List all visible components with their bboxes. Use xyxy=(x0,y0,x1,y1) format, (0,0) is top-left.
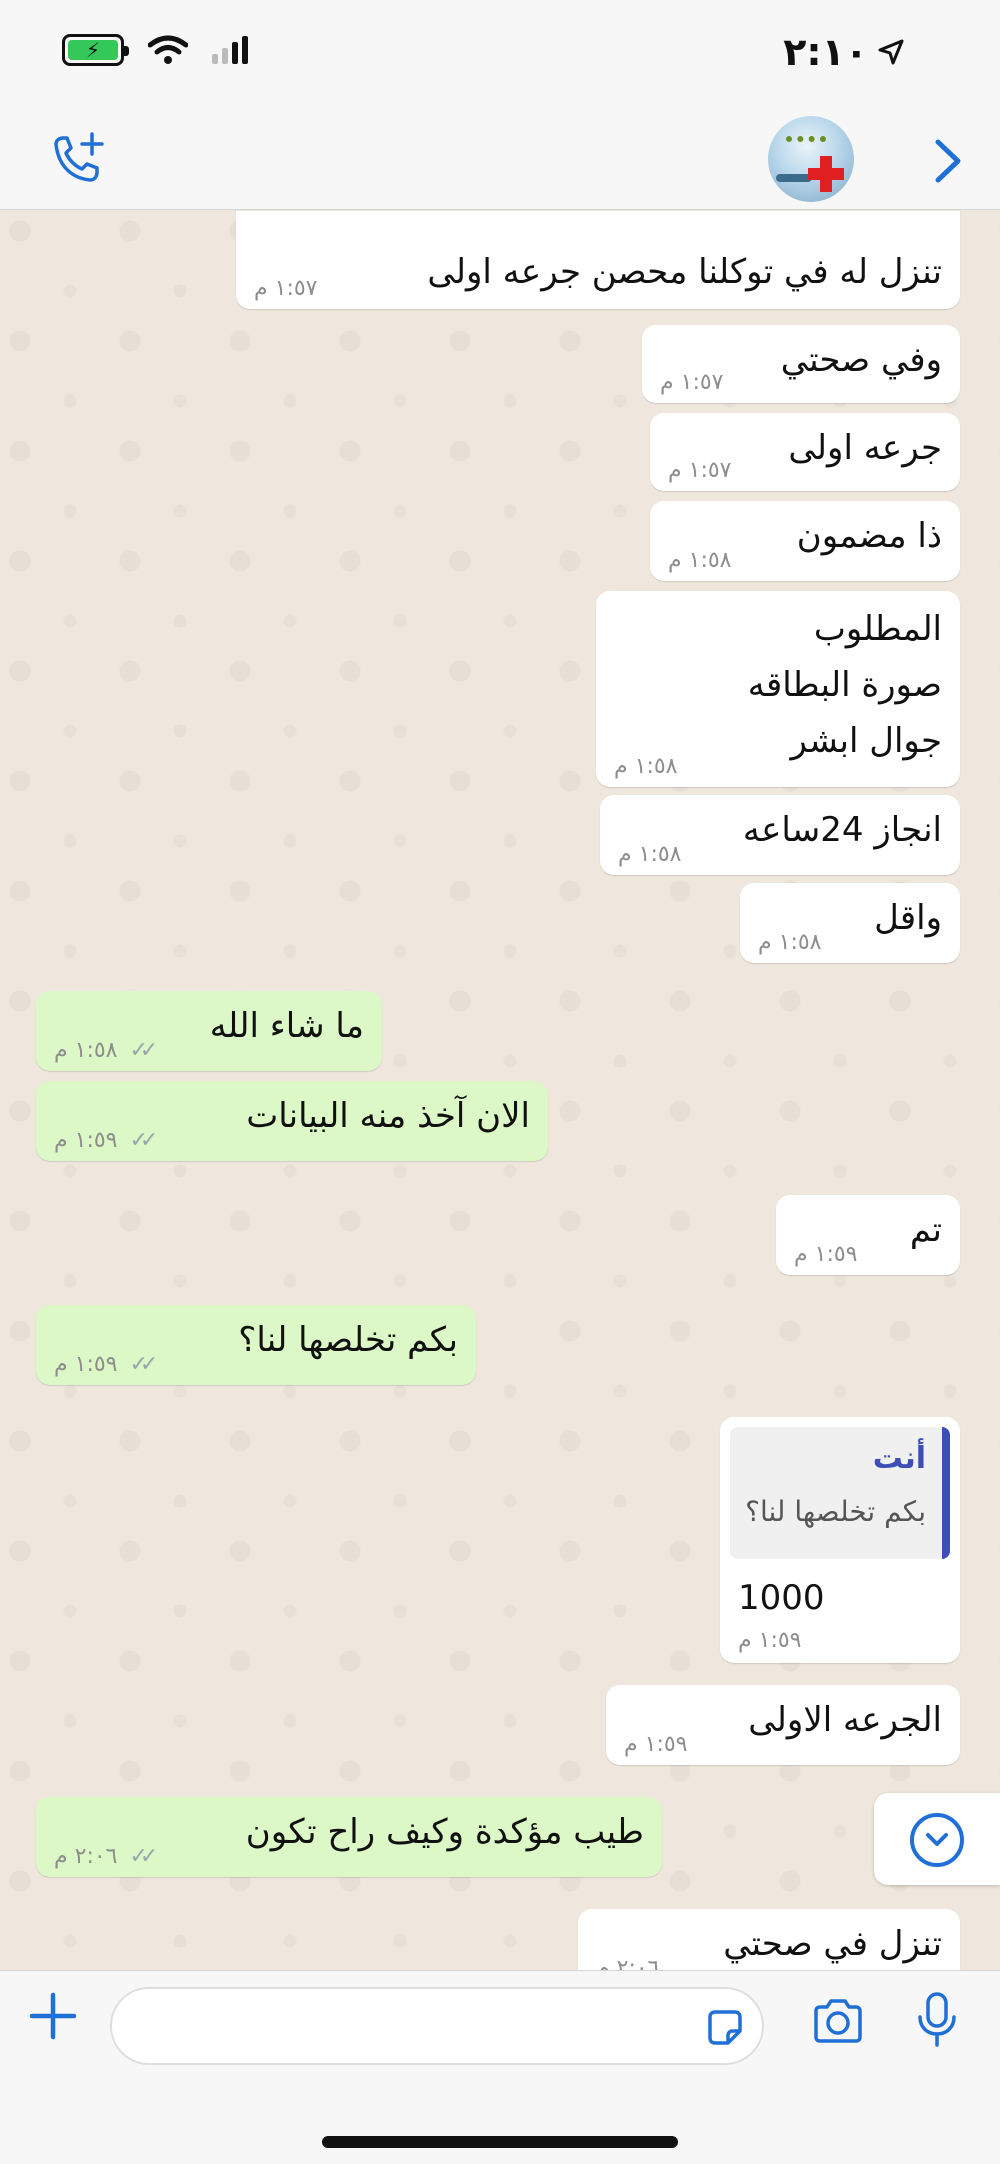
message-bubble-incoming[interactable]: الجرعه الاولى ١:٥٩ م xyxy=(606,1685,960,1765)
message-text: الجرعه الاولى xyxy=(748,1700,942,1740)
add-call-icon[interactable] xyxy=(48,132,108,188)
message-text: تم xyxy=(909,1210,942,1250)
message-bubble-outgoing[interactable]: الان آخذ منه البيانات ✓✓ ١:٥٩ م xyxy=(36,1081,548,1161)
sticker-icon[interactable] xyxy=(704,2007,746,2049)
message-time: ✓✓ ١:٥٩ م xyxy=(54,1352,159,1377)
chat-header xyxy=(0,110,1000,210)
status-time: ٢:١٠ xyxy=(783,30,868,74)
message-input-field[interactable] xyxy=(110,1987,764,2065)
message-time: ٢:٠٦ م xyxy=(596,1956,660,1970)
home-indicator[interactable] xyxy=(322,2136,678,2148)
message-text: وفي صحتي xyxy=(780,340,942,380)
message-text: جرعه اولى xyxy=(788,428,942,468)
message-text: واقل xyxy=(874,898,942,938)
message-time: ١:٥٧ م xyxy=(254,276,318,301)
message-time: ✓✓ ١:٥٩ م xyxy=(54,1128,159,1153)
quoted-text: بكم تخلصها لنا؟ xyxy=(745,1495,926,1528)
read-ticks-icon: ✓✓ xyxy=(129,1352,159,1377)
message-text: انجاز 24ساعه xyxy=(742,810,942,850)
message-input[interactable] xyxy=(138,2001,698,2051)
wifi-icon xyxy=(148,35,188,64)
message-time: ١:٥٩ م xyxy=(738,1628,802,1653)
message-bubble-incoming[interactable]: انجاز 24ساعه ١:٥٨ م xyxy=(600,795,960,875)
message-time: ١:٥٩ م xyxy=(794,1242,858,1267)
message-text: ما شاء الله xyxy=(209,1006,364,1046)
message-bubble-outgoing[interactable]: طيب مؤكدة وكيف راح تكون ✓✓ ٢:٠٦ م xyxy=(36,1797,662,1877)
message-time: ١:٥٧ م xyxy=(660,370,724,395)
message-time: ١:٥٨ م xyxy=(618,842,682,867)
composer-bar xyxy=(0,1970,1000,2164)
message-time: ١:٥٧ م xyxy=(668,458,732,483)
message-text: تنزل له في توكلنا محصن جرعه اولى xyxy=(427,252,942,292)
message-bubble-incoming[interactable]: تنزل له في توكلنا محصن جرعه اولى ١:٥٧ م xyxy=(236,211,960,309)
message-time: ✓✓ ١:٥٨ م xyxy=(54,1038,159,1063)
message-bubble-reply[interactable]: أنت بكم تخلصها لنا؟ 1000 ١:٥٩ م xyxy=(720,1417,960,1663)
message-time: ١:٥٨ م xyxy=(758,930,822,955)
message-text: بكم تخلصها لنا؟ xyxy=(238,1320,458,1360)
message-text: المطلوب صورة البطاقه جوال ابشر xyxy=(747,609,942,761)
message-bubble-incoming[interactable]: ذا مضمون ١:٥٨ م xyxy=(650,501,960,581)
quoted-sender: أنت xyxy=(872,1441,926,1476)
chat-area[interactable]: تنزل له في توكلنا محصن جرعه اولى ١:٥٧ م … xyxy=(0,211,1000,1970)
scroll-to-bottom-button[interactable] xyxy=(874,1793,1000,1885)
message-bubble-incoming[interactable]: تنزل في صحتي ٢:٠٦ م xyxy=(578,1909,960,1970)
group-avatar[interactable] xyxy=(768,116,854,202)
chevron-right-icon[interactable] xyxy=(928,136,968,186)
location-arrow-icon xyxy=(878,39,904,65)
message-bubble-incoming[interactable]: تم ١:٥٩ م xyxy=(776,1195,960,1275)
message-bubble-incoming[interactable]: جرعه اولى ١:٥٧ م xyxy=(650,413,960,491)
read-ticks-icon: ✓✓ xyxy=(129,1038,159,1063)
message-time: ١:٥٩ م xyxy=(624,1732,688,1757)
message-time: ١:٥٨ م xyxy=(668,548,732,573)
read-ticks-icon: ✓✓ xyxy=(129,1844,159,1869)
message-text: تنزل في صحتي xyxy=(723,1924,942,1964)
message-text: الان آخذ منه البيانات xyxy=(246,1096,530,1136)
message-bubble-outgoing[interactable]: بكم تخلصها لنا؟ ✓✓ ١:٥٩ م xyxy=(36,1305,476,1385)
chevron-down-circle-icon xyxy=(910,1813,964,1867)
battery-charging-icon: ⚡ xyxy=(62,34,129,66)
quoted-message[interactable]: أنت بكم تخلصها لنا؟ xyxy=(730,1427,950,1559)
message-bubble-incoming[interactable]: المطلوب صورة البطاقه جوال ابشر ١:٥٨ م xyxy=(596,591,960,787)
camera-icon[interactable] xyxy=(810,1997,866,2045)
read-ticks-icon: ✓✓ xyxy=(129,1128,159,1153)
microphone-icon[interactable] xyxy=(912,1991,962,2049)
cellular-signal-icon xyxy=(212,36,248,64)
status-time-group: ٢:١٠ xyxy=(783,30,904,74)
message-time: ✓✓ ٢:٠٦ م xyxy=(54,1844,159,1869)
message-text: طيب مؤكدة وكيف راح تكون xyxy=(245,1812,644,1852)
message-time: ١:٥٨ م xyxy=(614,754,678,779)
message-bubble-incoming[interactable]: وفي صحتي ١:٥٧ م xyxy=(642,325,960,403)
message-bubble-incoming[interactable]: واقل ١:٥٨ م xyxy=(740,883,960,963)
message-bubble-outgoing[interactable]: ما شاء الله ✓✓ ١:٥٨ م xyxy=(36,991,382,1071)
status-bar: ⚡ ٢:١٠ xyxy=(0,0,1000,110)
message-text: ذا مضمون xyxy=(796,516,942,556)
status-icons: ⚡ xyxy=(62,34,248,66)
message-text: 1000 xyxy=(738,1578,825,1618)
plus-icon[interactable] xyxy=(28,1991,78,2041)
